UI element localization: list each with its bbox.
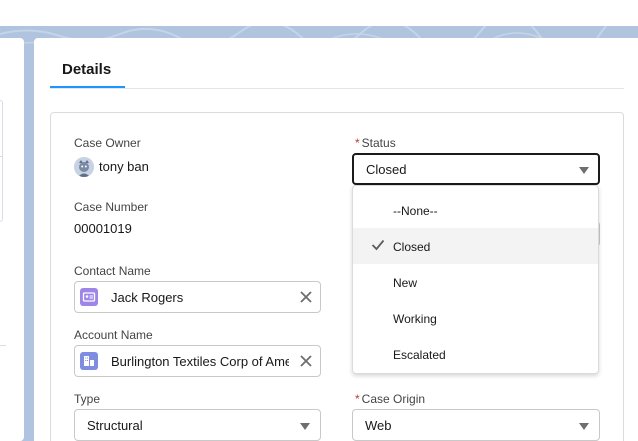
account-icon: [80, 352, 98, 370]
case-number-value: 00001019: [74, 221, 132, 236]
account-name-label: Account Name: [74, 328, 153, 342]
status-option-none[interactable]: --None--: [353, 192, 598, 228]
owner-avatar-icon[interactable]: [74, 157, 94, 177]
option-label: Escalated: [393, 348, 446, 362]
status-dropdown-listbox: --None-- Closed New Working Escalated: [352, 185, 599, 374]
status-option-escalated[interactable]: Escalated: [353, 336, 598, 372]
case-origin-label-text: Case Origin: [361, 392, 426, 406]
required-marker: *: [355, 392, 360, 406]
option-label: --None--: [393, 204, 438, 218]
account-name-value: Burlington Textiles Corp of Ame: [111, 354, 289, 369]
case-origin-value: Web: [365, 418, 392, 433]
case-origin-label: * Case Origin: [355, 392, 425, 406]
chevron-down-icon: [579, 423, 589, 430]
status-label: * Status: [355, 136, 396, 150]
tabs-divider: [50, 88, 624, 89]
case-owner-link[interactable]: tony ban: [99, 159, 149, 174]
status-combobox[interactable]: Closed: [352, 153, 600, 185]
contact-clear-close-icon[interactable]: [300, 291, 312, 303]
case-number-label: Case Number: [74, 200, 149, 214]
option-label: Working: [393, 312, 437, 326]
account-clear-close-icon[interactable]: [300, 355, 312, 367]
status-option-working[interactable]: Working: [353, 300, 598, 336]
contact-name-label: Contact Name: [74, 264, 151, 278]
case-origin-combobox[interactable]: Web: [352, 409, 600, 441]
account-name-lookup[interactable]: Burlington Textiles Corp of Ame: [74, 345, 321, 377]
contact-icon: [80, 288, 98, 306]
left-panel-card: [0, 100, 3, 222]
type-value: Structural: [87, 418, 143, 433]
chevron-down-icon: [300, 423, 310, 430]
check-icon: [371, 238, 385, 252]
status-value: Closed: [366, 162, 407, 177]
tab-details[interactable]: Details: [50, 58, 125, 89]
status-label-text: Status: [361, 136, 396, 150]
global-header: [0, 0, 638, 26]
type-label: Type: [74, 392, 101, 406]
left-panel-divider: [0, 345, 6, 346]
chevron-down-icon: [579, 167, 589, 174]
required-marker: *: [355, 136, 360, 150]
status-option-new[interactable]: New: [353, 264, 598, 300]
type-combobox[interactable]: Structural: [74, 409, 321, 441]
option-label: New: [393, 276, 418, 290]
status-option-closed[interactable]: Closed: [353, 228, 598, 264]
contact-name-lookup[interactable]: Jack Rogers: [74, 281, 321, 313]
left-panel: [0, 38, 24, 441]
case-owner-label: Case Owner: [74, 136, 141, 150]
contact-name-value: Jack Rogers: [111, 290, 184, 305]
option-label: Closed: [393, 240, 431, 254]
